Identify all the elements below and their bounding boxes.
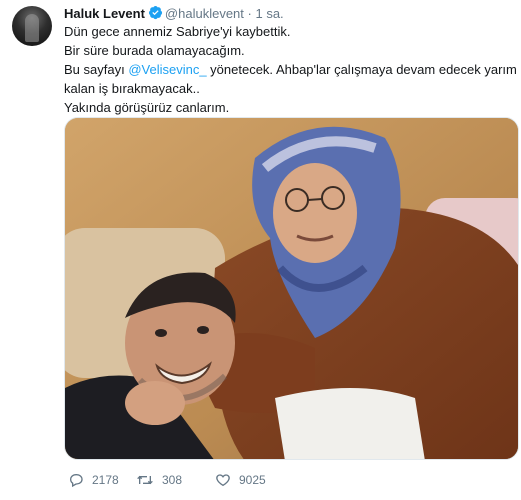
tweet: Haluk Levent @haluklevent · 1 sa. Dün gec…	[0, 0, 521, 500]
tweet-text: Dün gece annemiz Sabriye'yi kaybettik. B…	[64, 22, 517, 117]
tweet-time[interactable]: 1 sa.	[255, 6, 283, 21]
tweet-line-3: Bu sayfayı @Velisevinc_ yönetecek. Ahbap…	[64, 60, 517, 79]
retweet-button[interactable]: 308	[136, 468, 182, 492]
reply-count: 2178	[92, 473, 119, 487]
like-count: 9025	[239, 473, 266, 487]
tweet-line-2: Bir süre burada olamayacağım.	[64, 43, 245, 58]
author-handle[interactable]: @haluklevent	[165, 6, 244, 21]
tweet-line-3-prefix: Bu sayfayı	[64, 62, 129, 77]
author-avatar[interactable]	[12, 6, 52, 46]
heart-icon	[215, 472, 231, 488]
photo-illustration	[65, 118, 518, 459]
retweet-count: 308	[162, 473, 183, 487]
tweet-line-4: kalan iş bırakmayacak..	[64, 81, 200, 96]
reply-button[interactable]: 2178	[68, 468, 119, 492]
like-button[interactable]: 9025	[215, 468, 266, 492]
tweet-line-3-suffix: yönetecek. Ahbap'lar çalışmaya devam ede…	[206, 62, 517, 77]
author-name[interactable]: Haluk Levent	[64, 6, 145, 21]
mention-link[interactable]: @Velisevinc_	[128, 62, 206, 77]
tweet-line-5: Yakında görüşürüz canlarım.	[64, 100, 230, 115]
separator-dot: ·	[247, 6, 252, 21]
retweet-icon	[136, 472, 154, 488]
tweet-photo[interactable]	[64, 117, 519, 460]
tweet-line-1: Dün gece annemiz Sabriye'yi kaybettik.	[64, 24, 291, 39]
reply-icon	[68, 472, 84, 488]
